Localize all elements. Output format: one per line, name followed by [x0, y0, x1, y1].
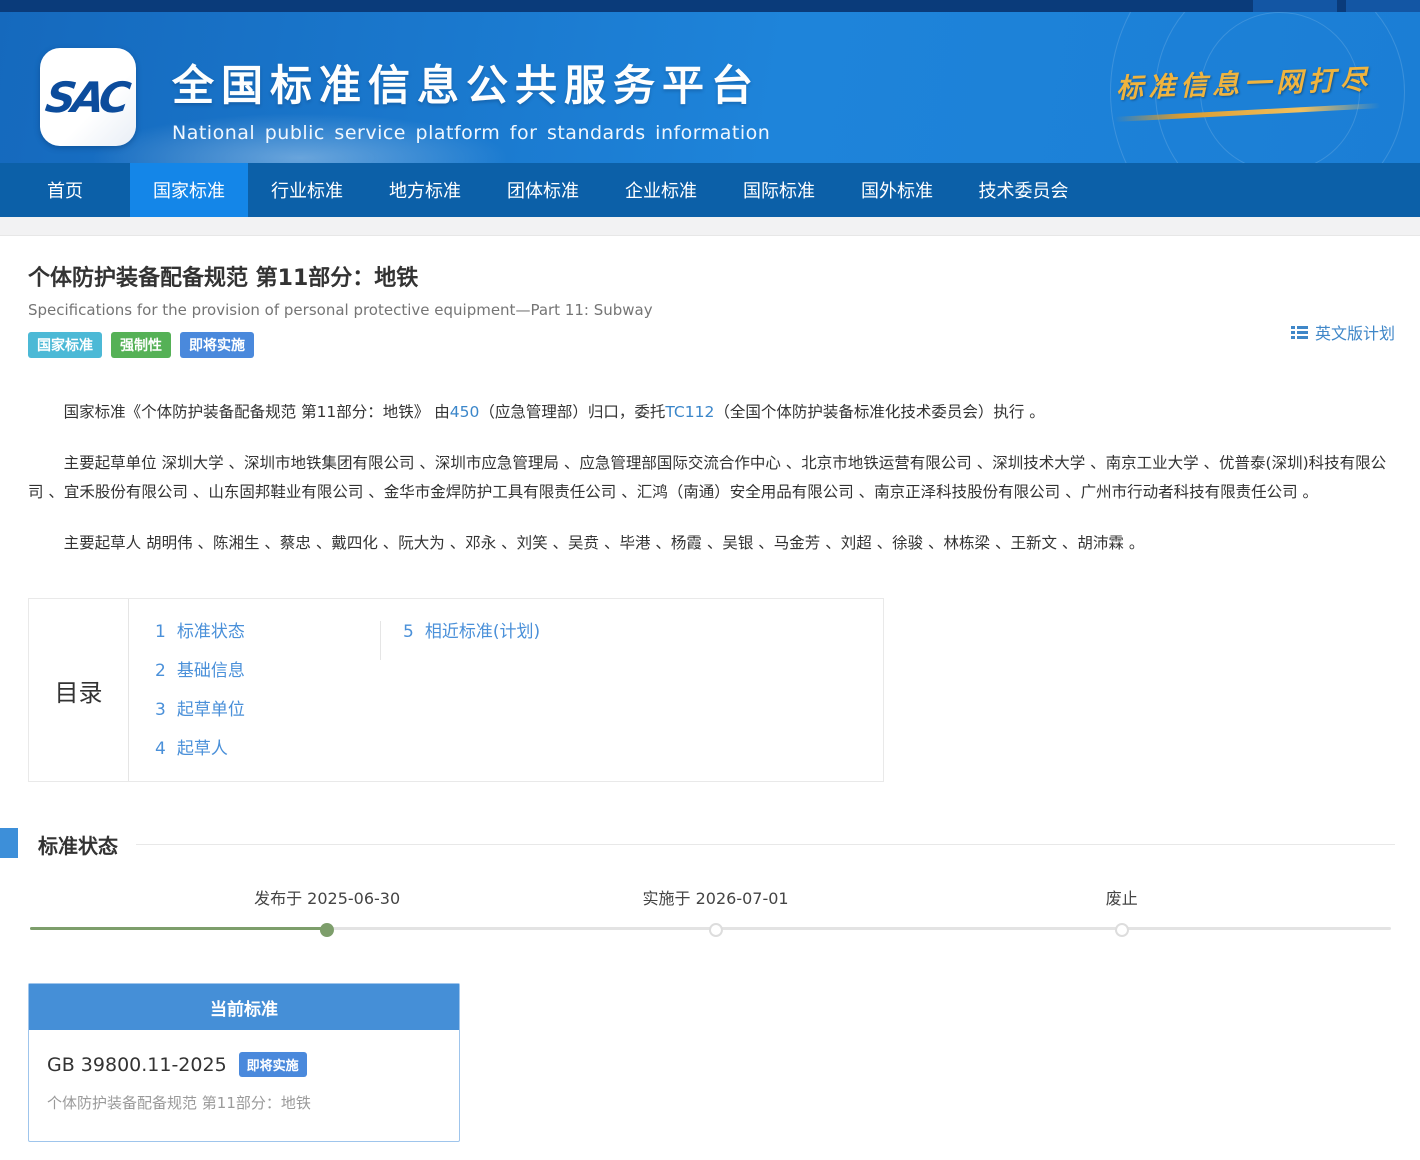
- nav-item-international-standards[interactable]: 国际标准: [720, 163, 838, 217]
- current-standard-card-body: GB 39800.11-2025 即将实施 个体防护装备配备规范 第11部分：地…: [29, 1030, 459, 1141]
- milestone-dot: [320, 923, 335, 937]
- intro-paragraph-drafters: 主要起草人 胡明伟 、陈湘生 、蔡忠 、戴四化 、阮大为 、邓永 、刘笑 、吴贲…: [63, 534, 1145, 552]
- english-version-plan-label: 英文版计划: [1314, 324, 1395, 343]
- tag-upcoming: 即将实施: [180, 332, 254, 358]
- top-quick-tab-2[interactable]: [1346, 0, 1420, 12]
- standard-description: 个体防护装备配备规范 第11部分：地铁: [47, 1094, 311, 1112]
- milestone-label: 发布于 2025-06-30: [254, 889, 401, 908]
- english-version-plan-link[interactable]: 英文版计划: [1290, 320, 1395, 344]
- site-brand: 全国标准信息公共服务平台 National public service pla…: [172, 52, 770, 144]
- site-header: SAC 全国标准信息公共服务平台 National public service…: [0, 12, 1420, 163]
- main-nav: 首页 国家标准 行业标准 地方标准 团体标准 企业标准 国际标准 国外标准 技术…: [0, 163, 1420, 217]
- toc-item-number: 1: [155, 622, 166, 642]
- nav-item-enterprise-standards[interactable]: 企业标准: [602, 163, 720, 217]
- milestone-dot: [708, 923, 723, 937]
- nav-item-group-standards[interactable]: 团体标准: [484, 163, 602, 217]
- milestone-dot: [1114, 923, 1129, 937]
- status-section-title: 标准状态: [38, 834, 118, 858]
- nav-item-local-standards[interactable]: 地方标准: [366, 163, 484, 217]
- toc-item-similar-standards[interactable]: 5 相近标准(计划): [403, 621, 540, 643]
- toc-item-drafting-units[interactable]: 3 起草单位: [155, 699, 380, 721]
- upcoming-badge: 即将实施: [238, 1052, 307, 1077]
- spacer-band: [0, 217, 1420, 236]
- nav-item-home[interactable]: 首页: [0, 163, 130, 217]
- tag-row: 国家标准 强制性 即将实施: [28, 332, 1395, 358]
- toc-links: 1 标准状态 2 基础信息 3 起草单位 4 起草人 5 相近标准(计划): [129, 599, 540, 781]
- sac-logo[interactable]: SAC: [40, 48, 136, 146]
- list-icon: [1290, 325, 1308, 339]
- nav-item-industry-standards[interactable]: 行业标准: [248, 163, 366, 217]
- link-tc112[interactable]: TC112: [665, 403, 714, 421]
- site-title: 全国标准信息公共服务平台: [172, 61, 761, 110]
- intro-p1-prefix: 国家标准《个体防护装备配备规范 第11部分：地铁》 由: [63, 403, 450, 421]
- toc-item-label: 起草人: [176, 739, 228, 759]
- toc-column-2: 5 相近标准(计划): [380, 621, 540, 660]
- top-quick-tab-1[interactable]: [1253, 0, 1337, 12]
- toc-item-number: 4: [155, 739, 166, 759]
- status-section-header: 标准状态: [0, 828, 1395, 859]
- standard-code-row: GB 39800.11-2025 即将实施: [47, 1052, 441, 1077]
- toc-label: 目录: [29, 599, 129, 781]
- link-450[interactable]: 450: [450, 403, 480, 421]
- page-subtitle-en: Specifications for the provision of pers…: [28, 301, 653, 319]
- tag-mandatory: 强制性: [111, 332, 171, 358]
- toc-item-number: 3: [155, 700, 166, 720]
- standard-code[interactable]: GB 39800.11-2025: [47, 1054, 227, 1076]
- milestone-implemented: 实施于 2026-07-01: [643, 885, 789, 937]
- toc-box: 目录 1 标准状态 2 基础信息 3 起草单位 4 起草人 5 相近标准(计划): [28, 598, 884, 782]
- page-title: 个体防护装备配备规范 第11部分：地铁: [28, 266, 419, 291]
- toc-item-label: 基础信息: [176, 661, 245, 681]
- intro-paragraph-drafting-units: 主要起草单位 深圳大学 、深圳市地铁集团有限公司 、深圳市应急管理局 、应急管理…: [28, 454, 1387, 501]
- toc-item-label: 相近标准(计划): [424, 622, 541, 642]
- milestone-abolished: 废止: [1106, 885, 1138, 937]
- nav-item-national-standards[interactable]: 国家标准: [130, 163, 248, 217]
- intro-p1-mid: （应急管理部）归口，委托: [479, 403, 666, 421]
- milestone-published: 发布于 2025-06-30: [254, 885, 400, 937]
- current-standard-card-header: 当前标准: [29, 984, 459, 1030]
- section-accent-bar: [0, 828, 18, 858]
- site-subtitle: National public service platform for sta…: [172, 122, 771, 144]
- toc-item-label: 起草单位: [176, 700, 245, 720]
- toc-item-standard-status[interactable]: 1 标准状态: [155, 621, 380, 643]
- nav-item-technical-committee[interactable]: 技术委员会: [956, 163, 1091, 217]
- intro-paragraph-1: 国家标准《个体防护装备配备规范 第11部分：地铁》 由450（应急管理部）归口，…: [28, 398, 1395, 427]
- nav-item-foreign-standards[interactable]: 国外标准: [838, 163, 956, 217]
- status-timeline: 发布于 2025-06-30 实施于 2026-07-01 废止: [30, 885, 1393, 957]
- sac-logo-text: SAC: [42, 72, 130, 122]
- toc-item-label: 标准状态: [176, 622, 245, 642]
- milestone-label: 实施于 2026-07-01: [642, 889, 789, 908]
- toc-item-drafters[interactable]: 4 起草人: [155, 738, 380, 760]
- current-standard-card: 当前标准 GB 39800.11-2025 即将实施 个体防护装备配备规范 第1…: [28, 983, 460, 1142]
- toc-column-1: 1 标准状态 2 基础信息 3 起草单位 4 起草人: [155, 621, 380, 777]
- tag-national-standard: 国家标准: [28, 332, 102, 358]
- milestone-label: 废止: [1105, 889, 1138, 908]
- toc-item-basic-info[interactable]: 2 基础信息: [155, 660, 380, 682]
- section-header-line: [136, 844, 1395, 845]
- intro-paragraphs: 国家标准《个体防护装备配备规范 第11部分：地铁》 由450（应急管理部）归口，…: [28, 398, 1395, 558]
- toc-item-number: 2: [155, 661, 166, 681]
- top-strip: [0, 0, 1420, 12]
- intro-p1-suffix: （全国个体防护装备标准化技术委员会）执行 。: [714, 403, 1045, 421]
- toc-item-number: 5: [403, 622, 414, 642]
- main-content: 个体防护装备配备规范 第11部分：地铁 Specifications for t…: [0, 236, 1420, 1142]
